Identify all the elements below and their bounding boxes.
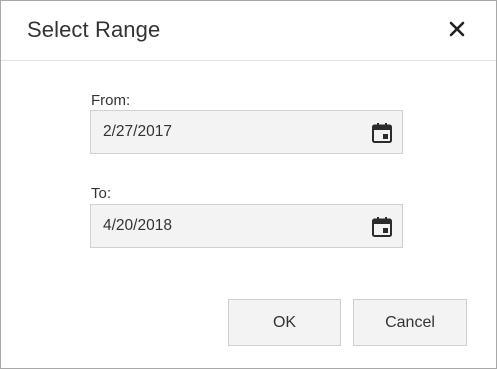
cancel-button[interactable]: Cancel [353, 299, 467, 346]
to-date-input[interactable]: 4/20/2018 [90, 204, 403, 248]
ok-button[interactable]: OK [228, 299, 341, 346]
from-date-value[interactable]: 2/27/2017 [103, 123, 172, 141]
close-icon [449, 21, 465, 37]
dialog-header: Select Range [1, 1, 496, 61]
calendar-icon [372, 217, 392, 237]
from-label: From: [91, 92, 131, 109]
dialog-title: Select Range [27, 17, 161, 42]
select-range-dialog: Select Range From: 2/27/2017 To: 4/20/20… [0, 0, 497, 369]
close-button[interactable] [445, 17, 469, 41]
from-calendar-button[interactable] [371, 122, 393, 144]
from-date-input[interactable]: 2/27/2017 [90, 110, 403, 154]
to-date-value[interactable]: 4/20/2018 [103, 217, 172, 235]
to-label: To: [91, 185, 112, 202]
to-calendar-button[interactable] [371, 216, 393, 238]
calendar-icon [372, 123, 392, 143]
